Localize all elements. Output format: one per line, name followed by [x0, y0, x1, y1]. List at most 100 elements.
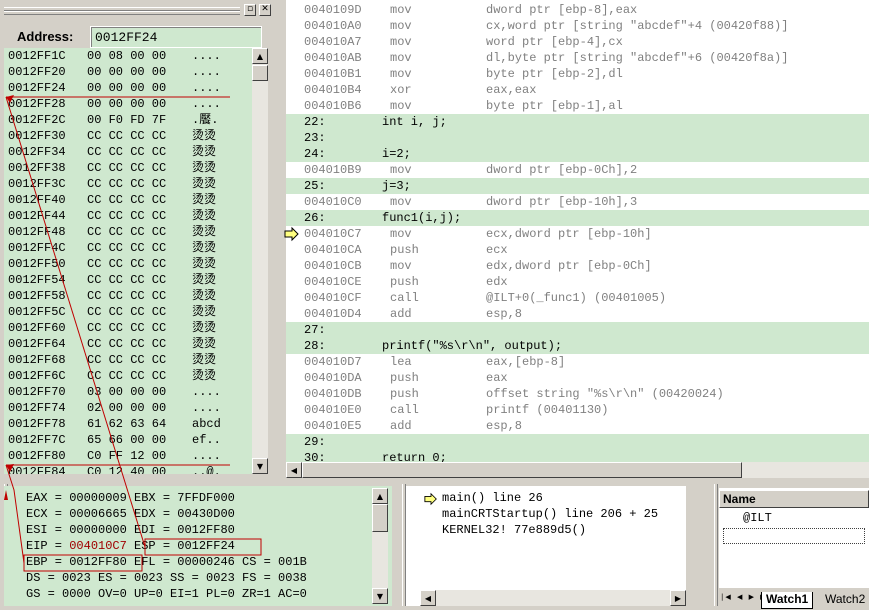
memory-row[interactable]: 0012FF6C CC CC CC CC 烫烫 [8, 368, 216, 384]
asm-address: 004010B1 [304, 67, 362, 81]
memory-row[interactable]: 0012FF54 CC CC CC CC 烫烫 [8, 272, 216, 288]
asm-line[interactable]: 004010CB mov edx,dword ptr [ebp-0Ch] [286, 258, 869, 274]
source-line[interactable]: 25: j=3; [286, 178, 869, 194]
memory-row[interactable]: 0012FF34 CC CC CC CC 烫烫 [8, 144, 216, 160]
scroll-thumb[interactable] [302, 462, 742, 478]
asm-line[interactable]: 004010DA push eax [286, 370, 869, 386]
memory-row[interactable]: 0012FF48 CC CC CC CC 烫烫 [8, 224, 216, 240]
asm-line[interactable]: 004010B6 mov byte ptr [ebp-1],al [286, 98, 869, 114]
asm-line[interactable]: 004010E0 call printf (00401130) [286, 402, 869, 418]
memory-row[interactable]: 0012FF30 CC CC CC CC 烫烫 [8, 128, 216, 144]
registers-scrollbar[interactable]: ▲ ▼ [372, 488, 388, 604]
asm-operands: word ptr [ebp-4],cx [486, 35, 623, 49]
disassembly-window[interactable]: 0040109D mov dword ptr [ebp-8],eax 004010A0… [286, 0, 869, 478]
asm-mnemonic: xor [390, 83, 412, 97]
asm-line[interactable]: 004010E5 add esp,8 [286, 418, 869, 434]
scroll-right-icon[interactable]: ▶ [670, 590, 686, 606]
memory-scrollbar[interactable]: ▲ ▼ [252, 48, 268, 474]
memory-ascii: 烫烫 [192, 353, 217, 367]
memory-ascii: .... [192, 49, 221, 63]
memory-dump[interactable]: 0012FF1C 00 08 00 00.... 0012FF20 00 00 00 … [4, 48, 252, 474]
close-icon[interactable]: ✕ [259, 4, 271, 16]
asm-operands: ecx,dword ptr [ebp-10h] [486, 227, 652, 241]
tab-watch2[interactable]: Watch2 [821, 592, 869, 608]
memory-row[interactable]: 0012FF70 03 00 00 00.... [8, 384, 221, 400]
scroll-left-icon[interactable]: ◀ [420, 590, 436, 606]
callstack-hscrollbar[interactable]: ◀ ▶ [420, 590, 686, 606]
watch-column-name[interactable]: Name [719, 490, 869, 508]
callstack-frame-crt[interactable]: mainCRTStartup() line 206 + 25 [442, 506, 658, 522]
asm-line[interactable]: 004010B4 xor eax,eax [286, 82, 869, 98]
source-line[interactable]: 26: func1(i,j); [286, 210, 869, 226]
callstack-frame-kernel[interactable]: KERNEL32! 77e889d5() [442, 522, 586, 538]
callstack-window[interactable]: main() line 26 mainCRTStartup() line 206… [406, 486, 686, 606]
callstack-frame-main[interactable]: main() line 26 [442, 490, 543, 506]
memory-ascii: 烫烫 [192, 321, 217, 335]
source-code: int i, j; [382, 115, 447, 129]
memory-row[interactable]: 0012FF68 CC CC CC CC 烫烫 [8, 352, 216, 368]
memory-row[interactable]: 0012FF4C CC CC CC CC 烫烫 [8, 240, 216, 256]
asm-line[interactable]: 004010B1 mov byte ptr [ebp-2],dl [286, 66, 869, 82]
memory-row[interactable]: 0012FF80 C0 FF 12 00.... [8, 448, 221, 464]
asm-mnemonic: mov [390, 67, 412, 81]
memory-row[interactable]: 0012FF1C 00 08 00 00.... [8, 48, 221, 64]
memory-row[interactable]: 0012FF60 CC CC CC CC 烫烫 [8, 320, 216, 336]
asm-line[interactable]: 004010A7 mov word ptr [ebp-4],cx [286, 34, 869, 50]
memory-row[interactable]: 0012FF50 CC CC CC CC 烫烫 [8, 256, 216, 272]
asm-line[interactable]: 004010CA push ecx [286, 242, 869, 258]
source-line[interactable]: 22: int i, j; [286, 114, 869, 130]
memory-row[interactable]: 0012FF64 CC CC CC CC 烫烫 [8, 336, 216, 352]
memory-row[interactable]: 0012FF78 61 62 63 64 abcd [8, 416, 221, 432]
asm-address: 004010D7 [304, 355, 362, 369]
asm-line[interactable]: 004010CF call @ILT+0(_func1) (00401005) [286, 290, 869, 306]
tab-watch1[interactable]: Watch1 [761, 592, 814, 609]
memory-row[interactable]: 0012FF84 C0 12 40 00 ..@. [8, 464, 221, 474]
asm-line[interactable]: 004010C7 mov ecx,dword ptr [ebp-10h] [286, 226, 869, 242]
restore-icon[interactable]: ▫ [244, 4, 256, 16]
watch-window[interactable]: Name @ILT [719, 488, 869, 588]
asm-line[interactable]: 004010D7 lea eax,[ebp-8] [286, 354, 869, 370]
memory-row[interactable]: 0012FF24 00 00 00 00.... [8, 80, 221, 96]
watch-item[interactable]: @ILT [743, 510, 772, 526]
disassembly-hscrollbar[interactable]: ◀ [286, 462, 869, 478]
scroll-down-icon[interactable]: ▼ [252, 458, 268, 474]
reg-ebx: EBX = 7FFDF000 [134, 491, 235, 505]
asm-line[interactable]: 004010C0 mov dword ptr [ebp-10h],3 [286, 194, 869, 210]
memory-row[interactable]: 0012FF7C 65 66 00 00 ef.. [8, 432, 221, 448]
memory-row[interactable]: 0012FF44 CC CC CC CC 烫烫 [8, 208, 216, 224]
asm-line[interactable]: 004010B9 mov dword ptr [ebp-0Ch],2 [286, 162, 869, 178]
memory-row[interactable]: 0012FF20 00 00 00 00.... [8, 64, 221, 80]
scroll-thumb[interactable] [372, 504, 388, 532]
address-input[interactable]: 0012FF24 [90, 26, 262, 48]
scroll-down-icon[interactable]: ▼ [372, 588, 388, 604]
memory-row[interactable]: 0012FF38 CC CC CC CC 烫烫 [8, 160, 216, 176]
source-line[interactable]: 24: i=2; [286, 146, 869, 162]
asm-line[interactable]: 004010DB push offset string "%s\r\n" (0042… [286, 386, 869, 402]
registers-window[interactable]: EAX = 00000009 EBX = 7FFDF000 ECX = 0000… [4, 486, 392, 606]
memory-row[interactable]: 0012FF58 CC CC CC CC 烫烫 [8, 288, 216, 304]
scroll-up-icon[interactable]: ▲ [252, 48, 268, 64]
memory-row[interactable]: 0012FF3C CC CC CC CC 烫烫 [8, 176, 216, 192]
scroll-up-icon[interactable]: ▲ [372, 488, 388, 504]
asm-line[interactable]: 004010A0 mov cx,word ptr [string "abcdef"+… [286, 18, 869, 34]
memory-row[interactable]: 0012FF28 00 00 00 00.... [8, 96, 221, 112]
asm-line[interactable]: 004010CE push edx [286, 274, 869, 290]
memory-ascii: 烫烫 [192, 225, 217, 239]
asm-line[interactable]: 0040109D mov dword ptr [ebp-8],eax [286, 2, 869, 18]
memory-row[interactable]: 0012FF40 CC CC CC CC 烫烫 [8, 192, 216, 208]
scroll-left-icon[interactable]: ◀ [286, 462, 302, 478]
source-line[interactable]: 29: [286, 434, 869, 450]
scroll-thumb[interactable] [252, 65, 268, 81]
source-line[interactable]: 27: [286, 322, 869, 338]
memory-bytes: 00 F0 FD 7F [87, 113, 167, 127]
asm-line[interactable]: 004010D4 add esp,8 [286, 306, 869, 322]
memory-row[interactable]: 0012FF5C CC CC CC CC 烫烫 [8, 304, 216, 320]
memory-row[interactable]: 0012FF2C 00 F0 FD 7F .饜. [8, 112, 218, 128]
asm-line[interactable]: 004010AB mov dl,byte ptr [string "abcdef"+… [286, 50, 869, 66]
source-line[interactable]: 28: printf("%s\r\n", output); [286, 338, 869, 354]
asm-operands: cx,word ptr [string "abcdef"+4 (00420f88… [486, 19, 789, 33]
watch-new-entry[interactable] [723, 528, 865, 544]
reg-efl: EFL = 00000246 CS = 001B [134, 555, 307, 569]
memory-row[interactable]: 0012FF74 02 00 00 00.... [8, 400, 221, 416]
source-line[interactable]: 23: [286, 130, 869, 146]
